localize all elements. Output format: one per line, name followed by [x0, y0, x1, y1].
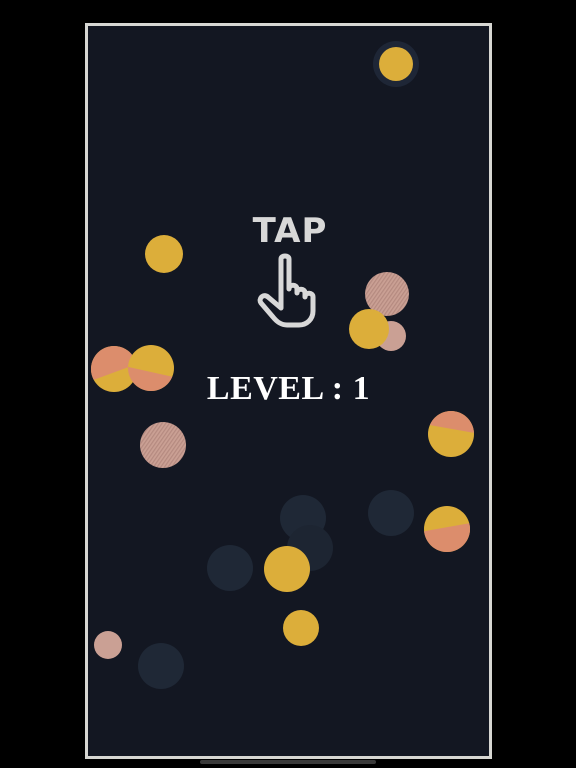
- orb-gold: [283, 610, 319, 646]
- level-indicator: LEVEL : 1: [88, 370, 489, 408]
- orb-gold: [145, 235, 183, 273]
- level-value: 1: [352, 370, 371, 407]
- orb-shadow: [138, 643, 184, 689]
- orb-shadow: [207, 545, 253, 591]
- tap-label: TAP: [252, 211, 328, 251]
- home-indicator[interactable]: [200, 760, 376, 764]
- orb-gold: [349, 309, 389, 349]
- orb-gold-salmon: [424, 506, 470, 552]
- level-separator: :: [322, 370, 353, 407]
- pointing-hand-icon: [257, 253, 316, 328]
- orb-gold: [379, 47, 413, 81]
- orb-pink-small: [94, 631, 122, 659]
- orb-gold: [264, 546, 310, 592]
- orb-shadow: [368, 490, 414, 536]
- orb-gold-salmon: [428, 411, 474, 457]
- orb-striped-pink: [140, 422, 186, 468]
- level-label: LEVEL: [206, 370, 323, 407]
- tap-hint[interactable]: TAP: [248, 213, 332, 329]
- game-frame[interactable]: TAP LEVEL : 1: [85, 23, 492, 759]
